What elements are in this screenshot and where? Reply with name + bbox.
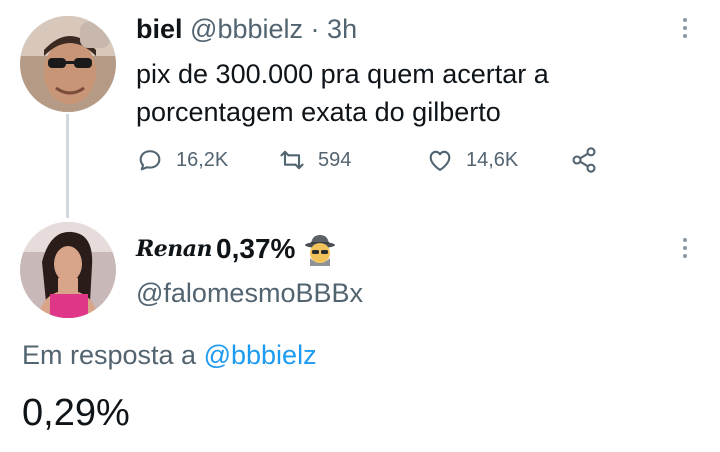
avatar-photo-icon — [20, 16, 116, 112]
reply-icon — [139, 150, 161, 171]
reply-author-name[interactable]: Renan 0,37% — [136, 232, 337, 266]
reply-text: 0,29% — [22, 392, 130, 434]
more-vertical-icon[interactable] — [681, 238, 689, 264]
tweet-timestamp[interactable]: 3h — [327, 14, 357, 44]
reply-count: 16,2K — [176, 148, 229, 171]
replying-to-line: Em resposta a @bbbielz — [22, 340, 317, 371]
tweet-author-name[interactable]: biel — [136, 14, 183, 44]
share-icon — [572, 147, 596, 173]
tweet-text: pix de 300.000 pra quem acertar a porcen… — [136, 59, 549, 127]
replying-to-prefix: Em resposta a — [22, 340, 197, 370]
reply-author-name-suffix: 0,37% — [216, 233, 296, 264]
retweet-count: 594 — [318, 148, 352, 171]
heart-icon — [429, 150, 451, 171]
reply-author-handle[interactable]: @falomesmoBBBx — [136, 278, 363, 309]
retweet-icon — [280, 150, 304, 170]
spy-emoji-icon — [305, 235, 336, 266]
like-button[interactable]: 14,6K — [426, 146, 518, 174]
separator-dot: · — [310, 14, 320, 44]
tweet-author-handle[interactable]: @bbbielz — [190, 14, 303, 44]
replying-to-mention[interactable]: @bbbielz — [204, 340, 317, 370]
tweet-action-bar: 16,2K 594 14,6K — [136, 146, 616, 186]
thread-connector-line — [66, 114, 69, 218]
tweet-author-avatar[interactable] — [20, 16, 116, 112]
share-button[interactable] — [570, 146, 598, 174]
reply-author-avatar[interactable] — [20, 222, 116, 318]
avatar-photo-icon — [20, 222, 116, 318]
reply-author-name-styled: Renan — [136, 236, 213, 262]
like-count: 14,6K — [466, 148, 519, 171]
tweet-header: biel @bbbielz · 3h — [136, 14, 357, 45]
reply-button[interactable]: 16,2K — [136, 146, 228, 174]
more-vertical-icon[interactable] — [681, 18, 689, 44]
retweet-button[interactable]: 594 — [278, 146, 351, 174]
